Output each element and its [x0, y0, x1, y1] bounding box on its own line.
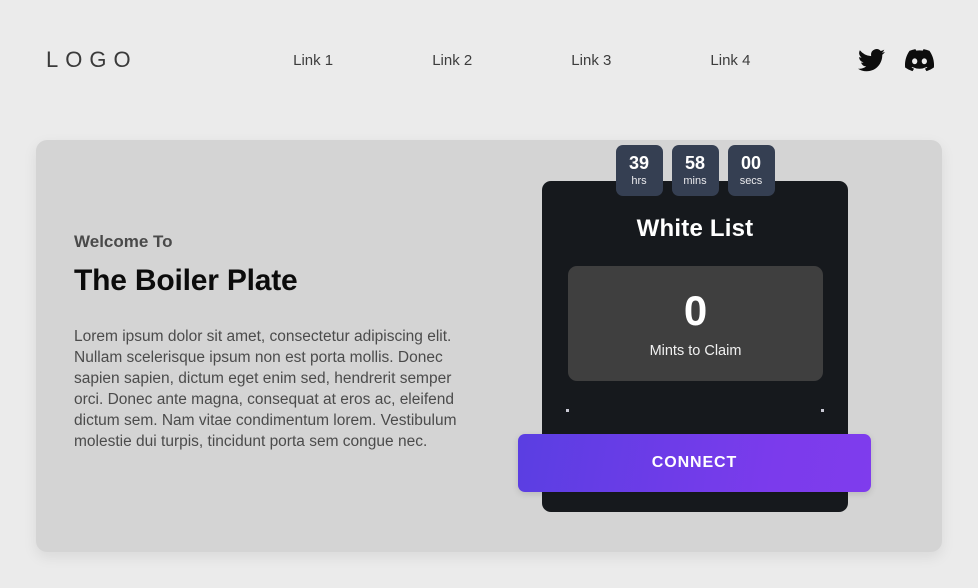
connect-button[interactable]: CONNECT [518, 434, 871, 492]
main-navigation: Link 1 Link 2 Link 3 Link 4 [138, 52, 858, 69]
hero-panel: Welcome To The Boiler Plate Lorem ipsum … [36, 140, 942, 552]
logo[interactable]: LOGO [44, 47, 138, 73]
site-header: LOGO Link 1 Link 2 Link 3 Link 4 [0, 0, 978, 120]
discord-icon[interactable] [904, 48, 935, 72]
nav-link-2[interactable]: Link 2 [432, 52, 472, 69]
hero-paragraph: Lorem ipsum dolor sit amet, consectetur … [74, 328, 457, 450]
welcome-kicker: Welcome To [74, 232, 173, 251]
nav-link-4[interactable]: Link 4 [710, 52, 750, 69]
increment-button[interactable] [821, 409, 824, 412]
page-title: The Boiler Plate [74, 264, 298, 297]
nav-link-1[interactable]: Link 1 [293, 52, 333, 69]
hero-text-block: Welcome To The Boiler Plate Lorem ipsum … [74, 232, 494, 452]
quantity-stepper [542, 409, 848, 412]
mints-counter: 0 Mints to Claim [568, 266, 823, 381]
timer-minutes-value: 58 [684, 153, 706, 173]
timer-hours-label: hrs [631, 175, 647, 187]
decrement-button[interactable] [566, 409, 569, 412]
social-links [858, 48, 935, 72]
nav-link-3[interactable]: Link 3 [571, 52, 611, 69]
timer-box-minutes: 58 mins [671, 145, 719, 196]
countdown-timer: 39 hrs 58 mins 00 secs [542, 145, 848, 196]
mints-count-value: 0 [683, 286, 708, 334]
timer-box-hours: 39 hrs [615, 145, 663, 196]
timer-seconds-value: 00 [740, 153, 762, 173]
timer-hours-value: 39 [628, 153, 650, 173]
mints-count-label: Mints to Claim [649, 342, 742, 359]
timer-seconds-label: secs [739, 175, 763, 187]
timer-minutes-label: mins [683, 175, 707, 187]
timer-box-seconds: 00 secs [727, 145, 775, 196]
twitter-icon[interactable] [858, 48, 885, 72]
